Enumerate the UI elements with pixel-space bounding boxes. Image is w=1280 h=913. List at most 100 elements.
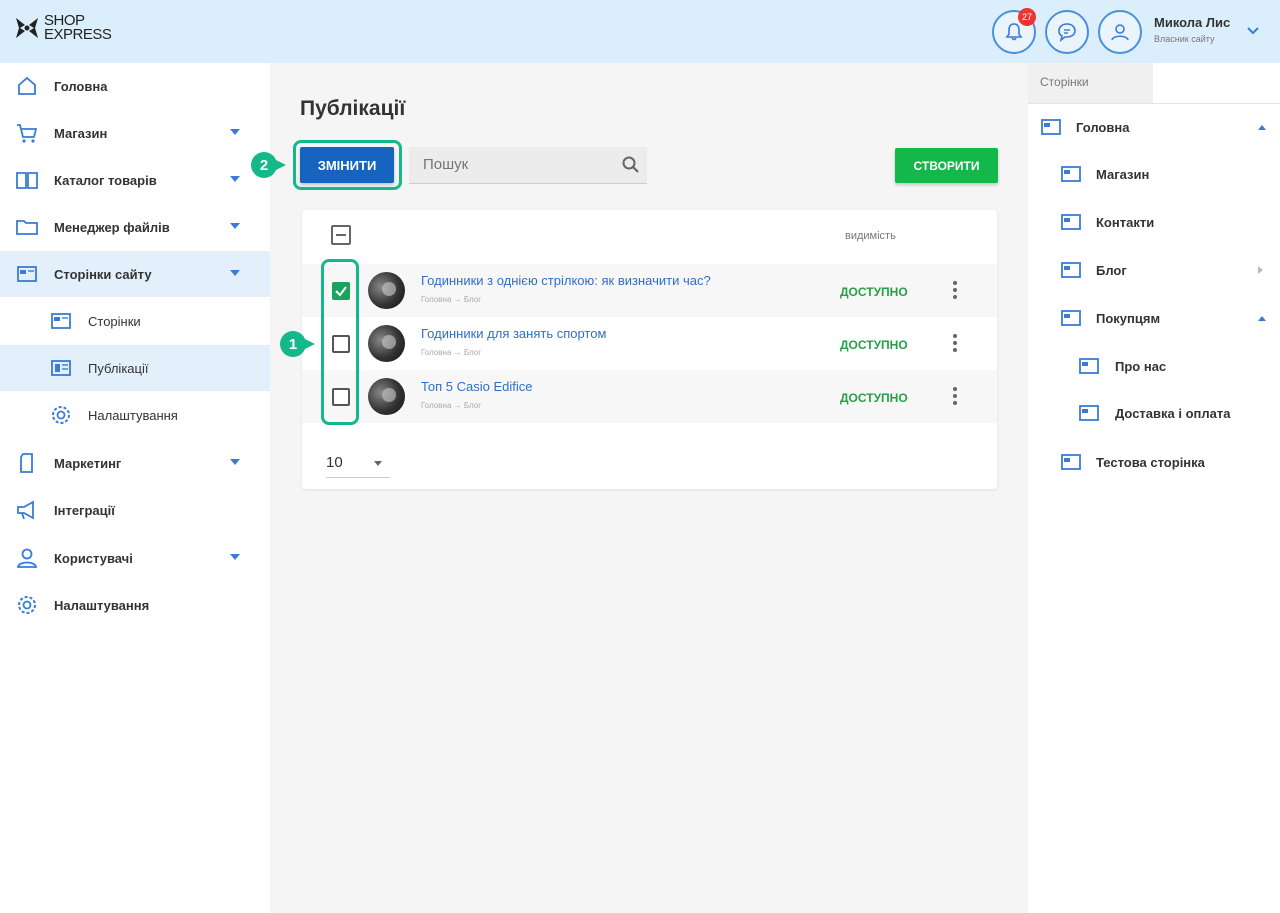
page-icon [1061, 310, 1081, 326]
sidebar-item-pages[interactable]: Сторінки [0, 298, 270, 344]
publication-thumbnail [368, 272, 405, 309]
gear-icon [52, 406, 70, 424]
publication-title-link[interactable]: Годинники з однією стрілкою: як визначит… [421, 273, 711, 288]
sidebar-item-integrations[interactable]: Інтеграції [0, 487, 270, 533]
publications-icon [51, 360, 71, 376]
sidebar-item-label: Налаштування [54, 597, 150, 613]
tree-item-delivery[interactable]: Доставка і оплата [1028, 390, 1280, 438]
caret-down-icon [230, 129, 240, 135]
sidebar-item-pages-settings[interactable]: Налаштування [0, 392, 270, 438]
caret-up-icon[interactable] [1258, 316, 1266, 321]
tree-item-test-page[interactable]: Тестова сторінка [1028, 439, 1280, 487]
sidebar: Головна Магазин Каталог товарів Менеджер… [0, 63, 270, 913]
logo-text-express: EXPRESS [44, 26, 112, 43]
tree-item-label: Покупцям [1096, 311, 1161, 326]
tree-item-customers[interactable]: Покупцям [1028, 295, 1280, 343]
marketing-icon [20, 453, 33, 473]
tree-item-label: Блог [1096, 263, 1127, 278]
sidebar-item-shop[interactable]: Магазин [0, 110, 270, 156]
pages-tree-panel: Сторінки Головна Магазин Контакти Блог П… [1028, 63, 1280, 913]
messages-button[interactable] [1045, 10, 1089, 54]
caret-down-icon [230, 176, 240, 182]
tree-item-label: Головна [1076, 120, 1130, 135]
search-input[interactable] [423, 156, 613, 173]
status-badge: ДОСТУПНО [840, 338, 908, 352]
page-icon [1061, 262, 1081, 278]
search-icon[interactable] [621, 155, 641, 175]
tree-item-blog[interactable]: Блог [1028, 247, 1280, 295]
bell-icon [1005, 23, 1023, 41]
status-badge: ДОСТУПНО [840, 391, 908, 405]
notifications-button[interactable]: 27 [992, 8, 1036, 54]
page-icon [1079, 358, 1099, 374]
sidebar-item-marketing[interactable]: Маркетинг [0, 440, 270, 486]
page-icon [1061, 454, 1081, 470]
more-options-icon[interactable] [953, 334, 957, 352]
tree-item-label: Доставка і оплата [1115, 406, 1231, 421]
user-role: Власник сайту [1154, 34, 1215, 44]
sidebar-item-publications[interactable]: Публікації [0, 345, 270, 391]
tree-item-contacts[interactable]: Контакти [1028, 199, 1280, 247]
publications-table: видимість Годинники з однією стрілкою: я… [302, 210, 997, 489]
sidebar-item-label: Каталог товарів [54, 172, 157, 188]
page-icon [1061, 214, 1081, 230]
chat-icon [1058, 23, 1076, 42]
tree-item-shop[interactable]: Магазин [1028, 151, 1280, 199]
top-header: SHOP EXPRESS 27 Микола Лис Власник сайту [0, 0, 1280, 63]
select-all-checkbox[interactable] [331, 225, 351, 245]
tree-item-label: Тестова сторінка [1096, 455, 1205, 470]
tree-item-label: Магазин [1096, 167, 1150, 182]
user-name: Микола Лис [1154, 15, 1231, 30]
book-icon [16, 172, 38, 189]
user-avatar-icon [1111, 24, 1129, 41]
publication-thumbnail [368, 378, 405, 415]
step-marker-2: 2 [251, 152, 286, 178]
publication-path: Головна → Блог [421, 295, 482, 304]
search-box [409, 147, 647, 184]
publication-path: Головна → Блог [421, 348, 482, 357]
step-marker-1: 1 [280, 331, 315, 357]
caret-up-icon[interactable] [1258, 125, 1266, 130]
more-options-icon[interactable] [953, 281, 957, 299]
tab-pages[interactable]: Сторінки [1028, 63, 1153, 103]
sidebar-item-users[interactable]: Користувачі [0, 535, 270, 581]
caret-down-icon [230, 270, 240, 276]
highlight-row-checkboxes [321, 259, 359, 425]
sidebar-item-settings[interactable]: Налаштування [0, 582, 270, 628]
tree-item-home[interactable]: Головна [1028, 104, 1280, 152]
page-icon [1079, 405, 1099, 421]
sidebar-item-home[interactable]: Головна [0, 63, 270, 109]
gear-icon [18, 596, 36, 614]
publication-title-link[interactable]: Топ 5 Casio Edifice [421, 379, 533, 394]
table-row[interactable]: Топ 5 Casio Edifice Головна → Блог ДОСТУ… [302, 370, 997, 423]
create-button[interactable]: СТВОРИТИ [895, 148, 998, 183]
sidebar-item-file-manager[interactable]: Менеджер файлів [0, 204, 270, 250]
caret-down-icon [374, 461, 382, 466]
logo-icon [16, 18, 38, 38]
sidebar-item-label: Магазин [54, 125, 108, 141]
sidebar-item-label: Менеджер файлів [54, 219, 170, 235]
publication-path: Головна → Блог [421, 401, 482, 410]
caret-down-icon [230, 223, 240, 229]
publication-title-link[interactable]: Годинники для занять спортом [421, 326, 606, 341]
cart-icon [17, 124, 38, 143]
caret-right-icon[interactable] [1258, 266, 1263, 274]
sidebar-item-site-pages[interactable]: Сторінки сайту [0, 251, 270, 297]
chevron-down-icon[interactable] [1246, 26, 1260, 36]
tree-item-about[interactable]: Про нас [1028, 343, 1280, 391]
notification-badge: 27 [1018, 8, 1036, 26]
table-row[interactable]: Годинники з однією стрілкою: як визначит… [302, 264, 997, 317]
more-options-icon[interactable] [953, 387, 957, 405]
megaphone-icon [17, 500, 34, 520]
profile-button[interactable] [1098, 10, 1142, 54]
rows-per-page-select[interactable]: 10 [326, 450, 390, 478]
column-header-visibility: видимість [845, 230, 896, 242]
sidebar-item-catalog[interactable]: Каталог товарів [0, 157, 270, 203]
sidebar-item-label: Користувачі [54, 550, 133, 566]
rows-per-page-value: 10 [326, 454, 343, 471]
table-row[interactable]: Годинники для занять спортом Головна → Б… [302, 317, 997, 370]
publication-thumbnail [368, 325, 405, 362]
highlight-edit-button [293, 140, 402, 190]
logo[interactable]: SHOP EXPRESS [14, 13, 112, 43]
sidebar-item-label: Публікації [88, 360, 149, 376]
